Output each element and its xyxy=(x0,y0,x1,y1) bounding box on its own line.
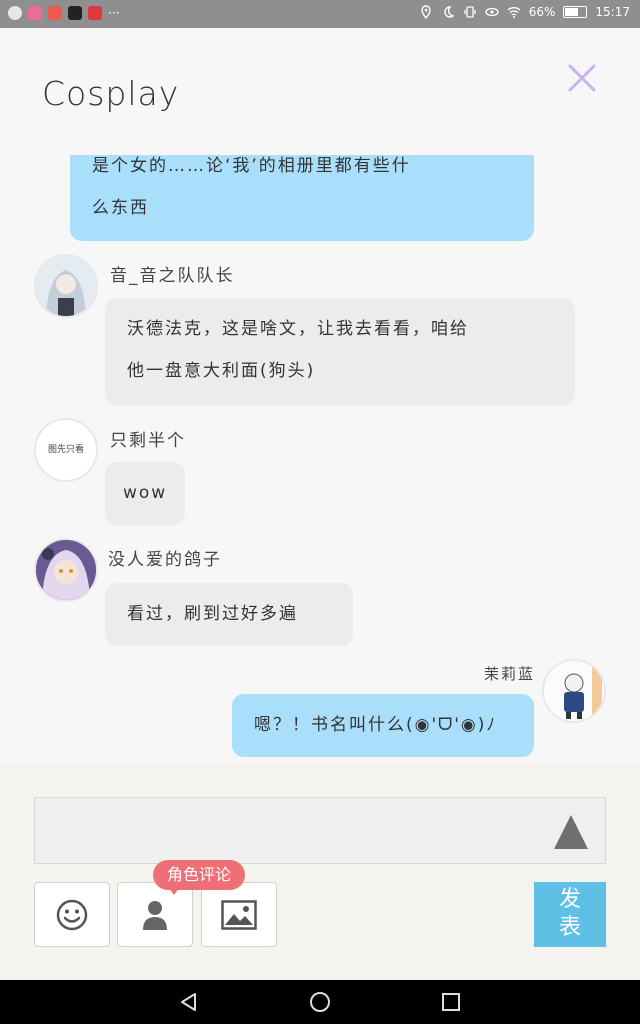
battery-level xyxy=(565,8,578,16)
chat-list[interactable]: 是个女的……论‘我’的相册里都有些什 么东西 音_音之队队长 沃德法克，这是啥文… xyxy=(0,155,640,762)
vibrate-icon xyxy=(464,6,476,18)
message-bubble: wow xyxy=(105,462,185,525)
home-icon[interactable] xyxy=(309,991,331,1013)
eye-comfort-icon xyxy=(485,7,499,17)
app-notification-icon xyxy=(8,6,22,20)
image-button[interactable] xyxy=(201,882,277,947)
notification-icons: ··· xyxy=(8,6,119,20)
image-icon xyxy=(221,899,257,930)
avatar-text: 图先只看 xyxy=(47,445,84,455)
tooltip-tail xyxy=(168,887,180,895)
back-icon[interactable] xyxy=(178,991,200,1013)
system-icons: 66% 15:17 xyxy=(419,5,630,19)
page-title: Cosplay xyxy=(42,74,180,113)
username: 只剩半个 xyxy=(110,431,186,451)
more-notifications: ··· xyxy=(108,6,120,20)
avatar-image xyxy=(36,540,96,600)
avatar[interactable] xyxy=(542,659,606,723)
send-arrow-icon[interactable] xyxy=(552,812,590,852)
username: 音_音之队队长 xyxy=(110,266,235,286)
avatar-image xyxy=(36,256,96,316)
message-input[interactable] xyxy=(34,797,606,864)
app-notification-icon xyxy=(88,6,102,20)
person-icon xyxy=(143,900,167,930)
post-button[interactable]: 发表 xyxy=(534,882,606,947)
message-text: 他一盘意大利面(狗头) xyxy=(127,361,316,381)
location-icon xyxy=(421,5,431,19)
do-not-disturb-icon xyxy=(444,6,455,18)
smiley-icon xyxy=(56,899,88,930)
battery-percent: 66% xyxy=(528,5,556,19)
message-bubble: 是个女的……论‘我’的相册里都有些什 么东西 xyxy=(70,155,534,241)
message-text: 看过，刷到过好多遍 xyxy=(127,604,298,624)
app-notification-icon xyxy=(48,6,62,20)
message-bubble: 嗯？！书名叫什么(◉'ᗜ'◉)ﾉ xyxy=(232,694,534,757)
message-text: 嗯？！书名叫什么(◉'ᗜ'◉)ﾉ xyxy=(254,715,497,735)
post-button-label: 发表 xyxy=(558,887,581,940)
emoji-button[interactable] xyxy=(34,882,110,947)
close-icon[interactable] xyxy=(566,62,598,94)
navigation-bar xyxy=(0,980,640,1024)
message-bubble: 沃德法克，这是啥文，让我去看看，咱给 他一盘意大利面(狗头) xyxy=(105,298,575,405)
username: 茉莉蓝 xyxy=(484,665,536,683)
recents-icon[interactable] xyxy=(440,991,462,1013)
message-text: 是个女的……论‘我’的相册里都有些什 xyxy=(92,156,411,176)
character-button[interactable] xyxy=(117,882,193,947)
message-text: wow xyxy=(123,483,168,503)
avatar[interactable] xyxy=(34,254,98,318)
avatar-image xyxy=(544,661,604,721)
character-comment-tooltip: 角色评论 xyxy=(153,860,246,890)
avatar[interactable] xyxy=(34,538,98,602)
status-bar: ··· 66% 15:17 xyxy=(0,0,640,28)
tiktok-icon xyxy=(68,6,82,20)
message-text: 沃德法克，这是啥文，让我去看看，咱给 xyxy=(127,319,469,339)
bilibili-icon xyxy=(28,6,42,20)
username: 没人爱的鸽子 xyxy=(108,550,222,570)
message-text: 么东西 xyxy=(92,198,149,218)
avatar[interactable]: 图先只看 xyxy=(34,418,98,482)
composer: 角色评论 发表 xyxy=(0,762,640,980)
message-bubble: 看过，刷到过好多遍 xyxy=(105,583,353,646)
wifi-icon xyxy=(507,7,521,18)
clock: 15:17 xyxy=(595,5,630,19)
battery-icon xyxy=(563,6,588,18)
